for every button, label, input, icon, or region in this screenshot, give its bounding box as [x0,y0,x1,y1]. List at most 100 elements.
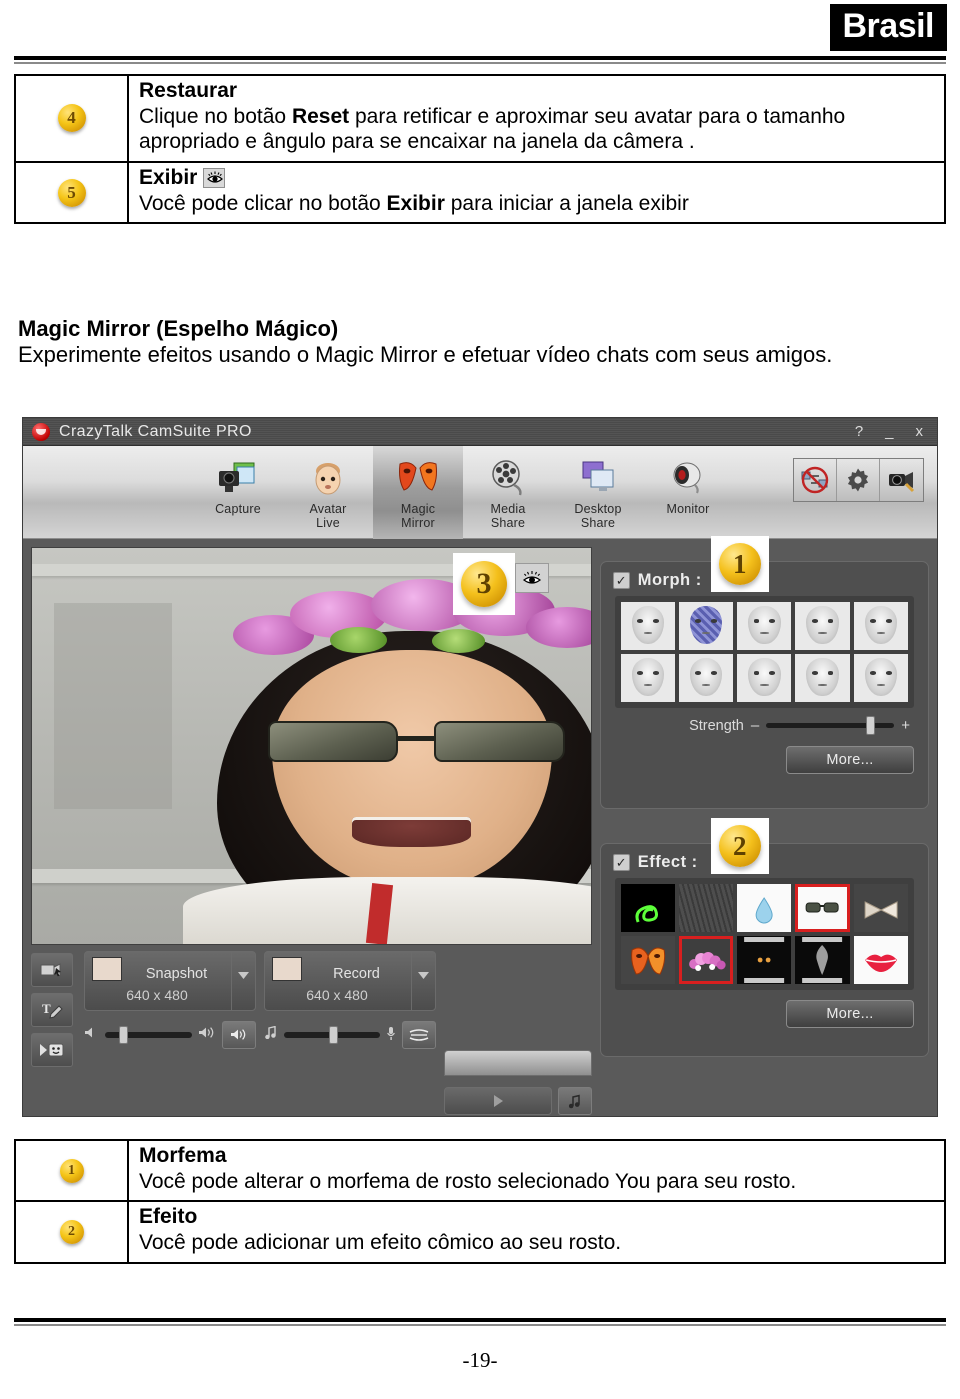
step-title: Restaurar [139,79,238,102]
morph-panel: 1 ✓ Morph : Strength – + More... [599,536,929,809]
morph-thumb[interactable] [853,654,908,702]
play-icon[interactable] [444,1087,552,1115]
help-button[interactable]: ? [855,423,863,440]
bottom-instruction-table: 1 Morfema Você pode alterar o morfema de… [14,1139,946,1264]
dark-eyes-icon[interactable] [737,936,792,984]
step-title: Morfema [139,1144,227,1167]
microphone-icon [386,1026,396,1045]
speaker-icon[interactable] [222,1021,256,1049]
morph-thumb[interactable] [737,654,792,702]
app-logo-icon [32,422,50,441]
step-badge-3: 3 [453,553,515,615]
morph-more-button[interactable]: More... [786,746,914,774]
music-note-icon [264,1025,278,1044]
morph-thumb[interactable] [795,602,850,650]
eye-icon[interactable] [515,563,549,593]
toolbar-right-buttons [793,458,924,502]
chevron-down-icon[interactable] [411,952,435,1010]
video-cursor-icon[interactable] [31,953,73,987]
effect-checkbox[interactable]: ✓ [612,854,630,871]
morph-thumb[interactable] [620,654,675,702]
red-lips-icon[interactable] [853,936,908,984]
section-heading: Magic Mirror (Espelho Mágico) [18,316,339,341]
vertical-tool-strip: T [31,951,77,1116]
morph-thumb[interactable] [678,654,734,702]
bandage-icon[interactable] [853,884,908,932]
camera-tool-icon[interactable] [880,459,923,501]
effect-panel: 2 ✓ Effect : More... [599,818,929,1057]
section-paragraph: Experimente efeitos usando o Magic Mirro… [18,342,833,368]
step-text-cell: Restaurar Clique no botão Reset para ret… [129,76,944,161]
music-note-icon[interactable] [557,1087,592,1115]
toolbar-item-capture[interactable]: Capture [193,446,283,539]
snapshot-label: Snapshot [145,966,208,982]
record-label: Record [333,966,380,982]
country-badge: Brasil [829,4,947,51]
toolbar-item-monitor[interactable]: Monitor [643,446,733,539]
rain-texture-icon[interactable] [678,884,734,932]
teardrop-icon[interactable] [737,884,792,932]
strength-minus[interactable]: – [751,717,759,734]
toolbar-label-2: Share [490,515,526,530]
morph-thumb[interactable] [737,602,792,650]
speaker-volume-row [84,1018,256,1052]
app-body: 3 T Snapshot 640 x 480 Record 640 x 480 … [23,536,937,1116]
gear-icon[interactable] [837,459,880,501]
neon-swirl-icon[interactable] [620,884,675,932]
no-swap-icon[interactable] [794,459,837,501]
speaker-slider[interactable] [105,1026,192,1044]
record-button[interactable]: Record 640 x 480 [264,951,436,1011]
minimize-button[interactable]: _ [885,423,893,440]
close-button[interactable]: x [916,423,924,440]
effect-thumbnail-grid [614,878,914,990]
record-group: Record 640 x 480 [264,951,436,1116]
toolbar-label: Monitor [666,502,710,516]
webcam-icon [667,453,709,503]
flower-crown-icon[interactable] [678,936,734,984]
step-title: Efeito [139,1205,198,1229]
film-reel-icon [487,453,529,503]
morph-thumb-selected[interactable] [678,602,734,650]
effect-more-button[interactable]: More... [786,1000,914,1028]
fire-mask-icon[interactable] [620,936,675,984]
monitor-share-icon [577,453,619,503]
strength-plus[interactable]: + [901,717,910,734]
speaker-high-icon [198,1026,216,1044]
document-page: Brasil 4 Restaurar Clique no botão Reset… [0,0,960,1399]
step-text-cell: Exibir Você pode clicar no botão Exibir … [129,163,944,222]
table-row: 1 Morfema Você pode alterar o morfema de… [16,1141,944,1203]
step-badge: 1 [59,1158,84,1183]
sunglasses-overlay [267,720,565,762]
toolbar-item-avatar-live[interactable]: Avatar Live [283,446,373,539]
playback-placeholder [444,1050,592,1076]
effect-label: Effect : [637,853,698,871]
toolbar-item-media-share[interactable]: Media Share [463,446,553,539]
mic-slider[interactable] [284,1026,380,1044]
video-thumb-icon [272,957,302,981]
step-body: Clique no botão Reset para retificar e a… [139,104,846,154]
top-instruction-table: 4 Restaurar Clique no botão Reset para r… [14,74,946,225]
sunglasses-icon[interactable] [795,884,850,932]
text-pen-icon[interactable]: T [31,993,73,1027]
snapshot-resolution: 640 x 480 [126,987,188,1003]
table-row: 5 Exibir Você pode clicar no botão Exibi… [16,162,944,223]
voice-changer-icon[interactable] [402,1021,436,1049]
emoticon-icon[interactable] [31,1033,73,1067]
window-buttons: ? _ x [855,423,923,440]
strength-slider[interactable] [766,716,895,735]
video-preview-stage[interactable]: 3 [31,547,592,945]
morph-thumb[interactable] [620,602,675,650]
step-badge: 5 [57,178,86,207]
mic-volume-row [264,1018,436,1052]
morph-checkbox[interactable]: ✓ [612,572,630,589]
toolbar-item-magic-mirror[interactable]: Magic Mirror [373,446,463,539]
chevron-down-icon[interactable] [231,952,255,1010]
camera-photo-icon [216,453,260,503]
step-badge-cell: 1 [16,1141,129,1201]
snapshot-button[interactable]: Snapshot 640 x 480 [84,951,256,1011]
morph-thumb[interactable] [795,654,850,702]
smoke-icon[interactable] [795,936,850,984]
crazytalk-app-window: CrazyTalk CamSuite PRO ? _ x Capture Ava… [22,417,938,1117]
toolbar-item-desktop-share[interactable]: Desktop Share [553,446,643,539]
morph-thumb[interactable] [853,602,908,650]
